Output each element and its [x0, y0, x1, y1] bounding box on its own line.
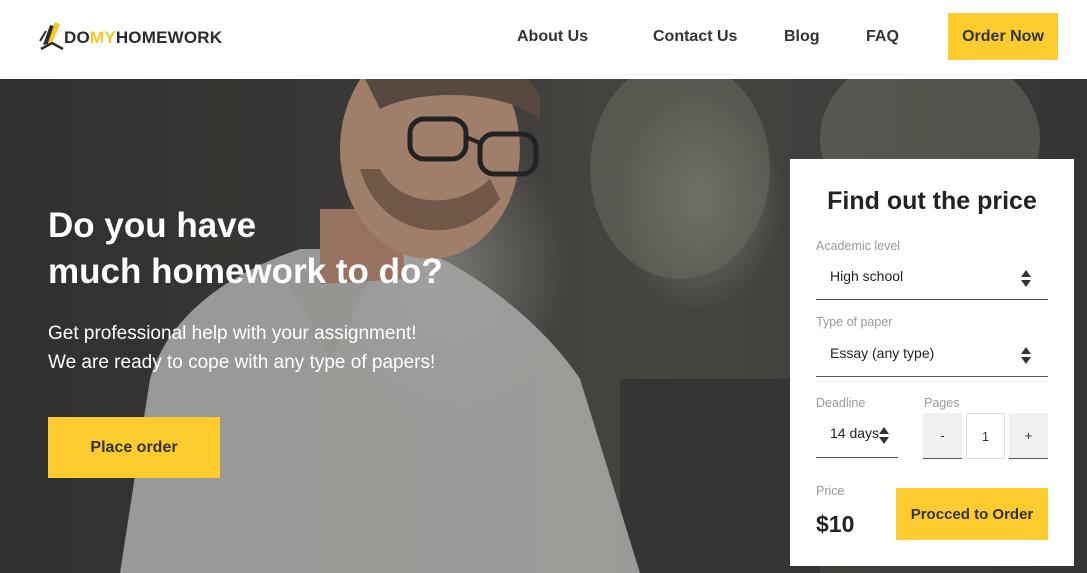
logo[interactable]: DOMYHOMEWORK	[38, 19, 222, 53]
paper-type-value: Essay (any type)	[830, 345, 935, 361]
deadline-select[interactable]: 14 days	[816, 414, 898, 458]
hero-title: Do you have much homework to do?	[48, 203, 568, 295]
logo-text: DOMYHOMEWORK	[64, 28, 222, 48]
select-arrows-icon	[1021, 347, 1031, 365]
nav-about-us[interactable]: About Us	[517, 28, 588, 46]
price-value: $10	[816, 511, 855, 537]
site-header: DOMYHOMEWORK About Us Contact Us Blog FA…	[0, 0, 1087, 79]
academic-level-select[interactable]: High school	[816, 257, 1048, 300]
book-logo-icon	[39, 22, 64, 51]
hero-subtitle: Get professional help with your assignme…	[48, 319, 568, 377]
price-calculator-title: Find out the price	[827, 187, 1037, 215]
hero-subtitle-line1: Get professional help with your assignme…	[48, 323, 417, 344]
academic-level-value: High school	[830, 268, 904, 284]
academic-level-label: Academic level	[816, 239, 901, 253]
select-arrows-icon	[1021, 270, 1031, 288]
logo-homework: HOMEWORK	[115, 28, 223, 47]
pages-decrement-button[interactable]: -	[923, 413, 962, 459]
place-order-button[interactable]: Place order	[48, 417, 220, 478]
paper-type-label: Type of paper	[816, 315, 893, 329]
logo-my: MY	[89, 28, 116, 47]
pages-label: Pages	[924, 396, 960, 410]
pages-input[interactable]: 1	[966, 413, 1005, 459]
nav-contact-us[interactable]: Contact Us	[653, 28, 737, 46]
price-calculator: Find out the price Academic level High s…	[790, 159, 1074, 566]
order-now-button[interactable]: Order Now	[948, 13, 1058, 60]
hero-title-line1: Do you have	[48, 206, 257, 245]
price-label: Price	[816, 484, 845, 498]
nav-faq[interactable]: FAQ	[866, 28, 899, 46]
proceed-to-order-button[interactable]: Procced to Order	[896, 488, 1048, 540]
nav-blog[interactable]: Blog	[784, 28, 820, 46]
logo-do: DO	[64, 28, 90, 47]
deadline-value: 14 days	[830, 425, 880, 441]
select-arrows-icon	[879, 427, 889, 445]
pages-increment-button[interactable]: +	[1009, 413, 1048, 459]
deadline-label: Deadline	[816, 396, 866, 410]
hero-subtitle-line2: We are ready to cope with any type of pa…	[48, 352, 436, 373]
paper-type-select[interactable]: Essay (any type)	[816, 334, 1048, 377]
hero-title-line2: much homework to do?	[48, 252, 443, 291]
